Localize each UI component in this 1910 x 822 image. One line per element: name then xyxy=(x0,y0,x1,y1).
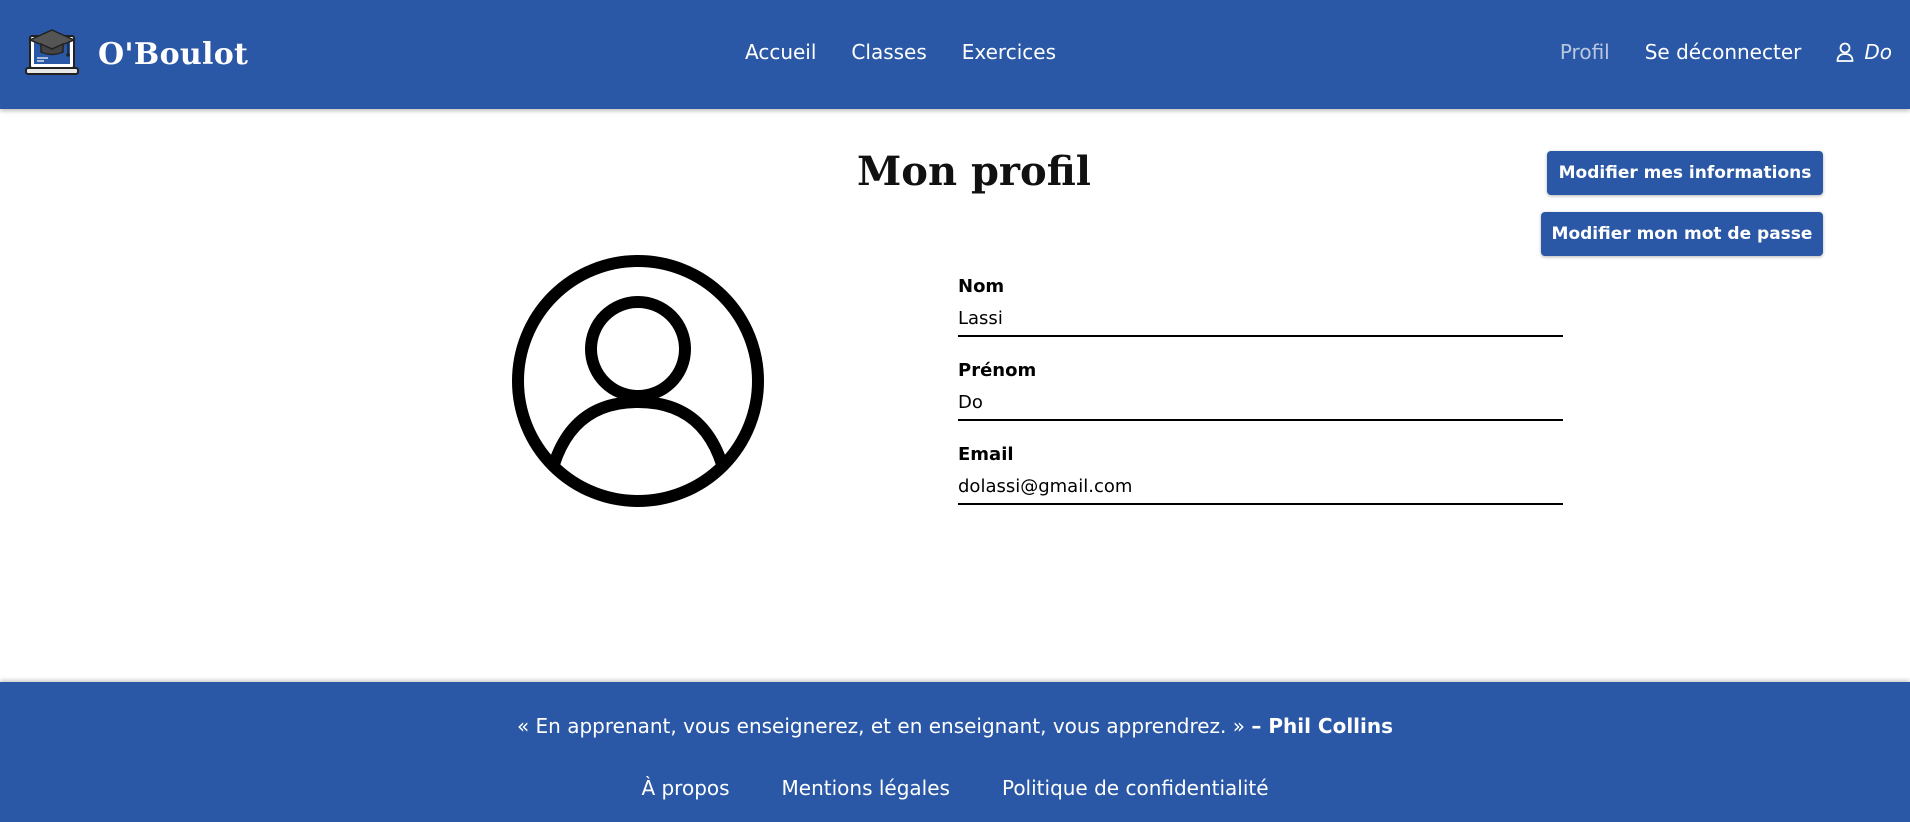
field-label-nom: Nom xyxy=(958,276,1005,297)
field-label-prenom: Prénom xyxy=(958,360,1037,381)
page-title: Mon profil xyxy=(857,148,1091,195)
nom-field[interactable] xyxy=(958,305,1563,337)
quote-author: – Phil Collins xyxy=(1251,714,1394,738)
profile-form: Nom Prénom Email xyxy=(958,276,1563,528)
main-nav: Accueil Classes Exercices xyxy=(745,40,1056,64)
footer-quote: « En apprenant, vous enseignerez, et en … xyxy=(0,714,1910,738)
prenom-field[interactable] xyxy=(958,389,1563,421)
nav-link-classes[interactable]: Classes xyxy=(851,40,926,64)
footer-links: À propos Mentions légales Politique de c… xyxy=(0,776,1910,800)
footer-link-mentions-legales[interactable]: Mentions légales xyxy=(782,776,950,800)
edit-password-button[interactable]: Modifier mon mot de passe xyxy=(1541,212,1823,256)
edit-info-button[interactable]: Modifier mes informations xyxy=(1547,151,1823,195)
logout-link[interactable]: Se déconnecter xyxy=(1645,40,1802,64)
footer-link-a-propos[interactable]: À propos xyxy=(641,776,729,800)
brand-name: O'Boulot xyxy=(98,36,249,72)
user-icon xyxy=(1836,42,1854,62)
field-label-email: Email xyxy=(958,444,1014,465)
avatar-placeholder-icon xyxy=(512,255,764,507)
field-email: Email xyxy=(958,444,1563,505)
email-field[interactable] xyxy=(958,473,1563,505)
laptop-graduation-cap-logo-icon xyxy=(25,29,79,75)
field-nom: Nom xyxy=(958,276,1563,337)
field-prenom: Prénom xyxy=(958,360,1563,421)
footer-link-confidentialite[interactable]: Politique de confidentialité xyxy=(1002,776,1269,800)
user-menu[interactable]: Do xyxy=(1836,40,1892,64)
brand[interactable]: O'Boulot xyxy=(24,26,248,82)
nav-link-accueil[interactable]: Accueil xyxy=(745,40,816,64)
top-navbar: O'Boulot Accueil Classes Exercices Profi… xyxy=(0,0,1910,109)
user-name: Do xyxy=(1864,40,1892,64)
quote-text: « En apprenant, vous enseignerez, et en … xyxy=(516,714,1246,738)
nav-link-profil[interactable]: Profil xyxy=(1560,40,1610,64)
nav-link-exercices[interactable]: Exercices xyxy=(962,40,1056,64)
footer xyxy=(0,682,1910,822)
account-nav: Profil Se déconnecter Do xyxy=(1560,40,1892,64)
